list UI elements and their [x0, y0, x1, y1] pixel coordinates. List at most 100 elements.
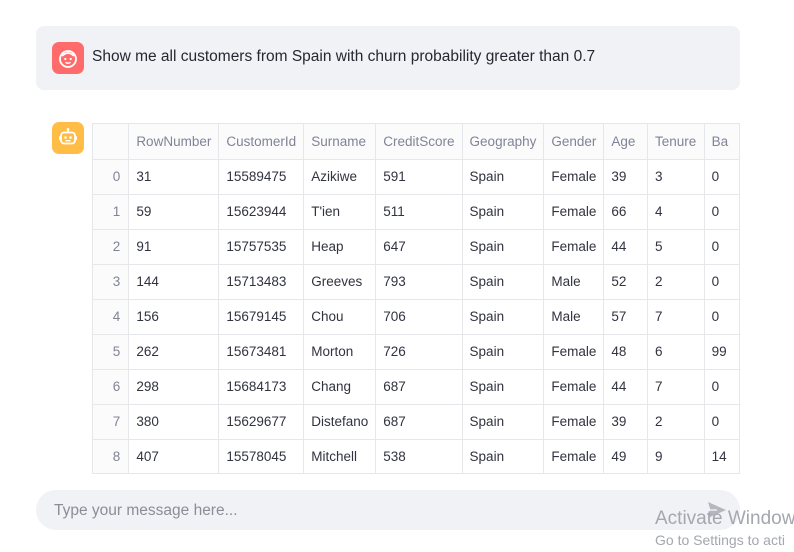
table-row[interactable]: 5 262 15673481 Morton 726 Spain Female 48 6 99	[93, 334, 740, 370]
table-cell[interactable]: Heap	[303, 229, 377, 265]
table-cell[interactable]: Spain	[462, 334, 545, 370]
table-cell[interactable]: 66	[603, 194, 648, 230]
table-row[interactable]: 8 407 15578045 Mitchell 538 Spain Female 49 9 14	[93, 439, 740, 473]
table-cell[interactable]: 793	[375, 264, 463, 300]
table-cell[interactable]: 39	[603, 404, 648, 440]
table-row[interactable]: 0 31 15589475 Azikiwe 591 Spain Female 39 3 0	[93, 159, 740, 195]
table-cell[interactable]: Mitchell	[303, 439, 377, 473]
table-cell[interactable]: 15684173	[218, 369, 305, 405]
column-header[interactable]: RowNumber	[128, 124, 220, 160]
table-cell[interactable]: 0	[704, 299, 740, 335]
table-cell[interactable]: 59	[128, 194, 220, 230]
table-cell[interactable]: Greeves	[303, 264, 377, 300]
table-cell[interactable]: Spain	[462, 229, 545, 265]
table-cell[interactable]: 15757535	[218, 229, 305, 265]
table-cell[interactable]: 7	[647, 369, 705, 405]
table-cell[interactable]: 2	[647, 264, 705, 300]
table-row[interactable]: 6 298 15684173 Chang 687 Spain Female 44 7 0	[93, 369, 740, 405]
row-index-cell[interactable]: 7	[93, 404, 130, 440]
table-cell[interactable]: Female	[543, 334, 605, 370]
row-index-cell[interactable]: 8	[93, 439, 130, 473]
table-cell[interactable]: Azikiwe	[303, 159, 377, 195]
table-cell[interactable]: 49	[603, 439, 648, 473]
column-header[interactable]: Age	[603, 124, 648, 160]
table-cell[interactable]: 687	[375, 369, 463, 405]
table-cell[interactable]: 7	[647, 299, 705, 335]
table-row[interactable]: 2 91 15757535 Heap 647 Spain Female 44 5 0	[93, 229, 740, 265]
table-cell[interactable]: 15673481	[218, 334, 305, 370]
table-cell[interactable]: Spain	[462, 194, 545, 230]
table-cell[interactable]: Morton	[303, 334, 377, 370]
table-cell[interactable]: 380	[128, 404, 220, 440]
table-cell[interactable]: 6	[647, 334, 705, 370]
table-cell[interactable]: Spain	[462, 299, 545, 335]
table-cell[interactable]: 39	[603, 159, 648, 195]
table-cell[interactable]: Spain	[462, 369, 545, 405]
table-cell[interactable]: 298	[128, 369, 220, 405]
table-cell[interactable]: T'ien	[303, 194, 377, 230]
table-cell[interactable]: Female	[543, 229, 605, 265]
table-cell[interactable]: 262	[128, 334, 220, 370]
table-cell[interactable]: Spain	[462, 404, 545, 440]
table-cell[interactable]: 91	[128, 229, 220, 265]
table-cell[interactable]: 9	[647, 439, 705, 473]
table-cell[interactable]: Chang	[303, 369, 377, 405]
column-header[interactable]: Ba	[704, 124, 740, 160]
table-cell[interactable]: Chou	[303, 299, 377, 335]
table-cell[interactable]: 31	[128, 159, 220, 195]
column-header[interactable]: Surname	[303, 124, 377, 160]
table-cell[interactable]: 15629677	[218, 404, 305, 440]
table-cell[interactable]: 726	[375, 334, 463, 370]
table-cell[interactable]: Female	[543, 369, 605, 405]
table-cell[interactable]: 14	[704, 439, 740, 473]
column-header[interactable]: CustomerId	[218, 124, 305, 160]
row-index-cell[interactable]: 5	[93, 334, 130, 370]
row-index-cell[interactable]: 0	[93, 159, 130, 195]
table-cell[interactable]: 5	[647, 229, 705, 265]
table-row[interactable]: 4 156 15679145 Chou 706 Spain Male 57 7 0	[93, 299, 740, 335]
dataframe-table[interactable]: RowNumber CustomerId Surname CreditScore Geo…	[92, 123, 740, 474]
row-index-cell[interactable]: 4	[93, 299, 130, 335]
table-cell[interactable]: Female	[543, 439, 605, 473]
table-cell[interactable]: Spain	[462, 264, 545, 300]
table-cell[interactable]: 0	[704, 264, 740, 300]
table-cell[interactable]: 0	[704, 369, 740, 405]
row-index-cell[interactable]: 3	[93, 264, 130, 300]
table-cell[interactable]: 2	[647, 404, 705, 440]
table-cell[interactable]: Spain	[462, 159, 545, 195]
column-header[interactable]: Tenure	[647, 124, 705, 160]
table-cell[interactable]: 687	[375, 404, 463, 440]
table-cell[interactable]: Female	[543, 194, 605, 230]
table-cell[interactable]: 706	[375, 299, 463, 335]
table-cell[interactable]: 144	[128, 264, 220, 300]
table-row[interactable]: 7 380 15629677 Distefano 687 Spain Female 39 2 0	[93, 404, 740, 440]
column-header[interactable]: Geography	[462, 124, 545, 160]
table-cell[interactable]: 57	[603, 299, 648, 335]
chat-input[interactable]	[52, 490, 696, 532]
table-cell[interactable]: 4	[647, 194, 705, 230]
column-header[interactable]: Gender	[543, 124, 605, 160]
table-row[interactable]: 3 144 15713483 Greeves 793 Spain Male 52 2 0	[93, 264, 740, 300]
table-cell[interactable]: 647	[375, 229, 463, 265]
chat-input-bar[interactable]	[36, 490, 740, 532]
table-cell[interactable]: 52	[603, 264, 648, 300]
table-cell[interactable]: 156	[128, 299, 220, 335]
table-row[interactable]: 1 59 15623944 T'ien 511 Spain Female 66 4 0	[93, 194, 740, 230]
table-cell[interactable]: 3	[647, 159, 705, 195]
row-index-cell[interactable]: 6	[93, 369, 130, 405]
table-cell[interactable]: Male	[543, 264, 605, 300]
table-cell[interactable]: 0	[704, 159, 740, 195]
table-cell[interactable]: 44	[603, 369, 648, 405]
table-cell[interactable]: 99	[704, 334, 740, 370]
table-cell[interactable]: 15713483	[218, 264, 305, 300]
table-cell[interactable]: 407	[128, 439, 220, 473]
table-cell[interactable]: Spain	[462, 439, 545, 473]
column-header[interactable]: CreditScore	[375, 124, 463, 160]
table-cell[interactable]: 0	[704, 229, 740, 265]
table-cell[interactable]: 511	[375, 194, 463, 230]
index-header[interactable]	[93, 124, 130, 160]
table-cell[interactable]: Distefano	[303, 404, 377, 440]
row-index-cell[interactable]: 1	[93, 194, 130, 230]
table-cell[interactable]: 591	[375, 159, 463, 195]
table-cell[interactable]: Female	[543, 159, 605, 195]
